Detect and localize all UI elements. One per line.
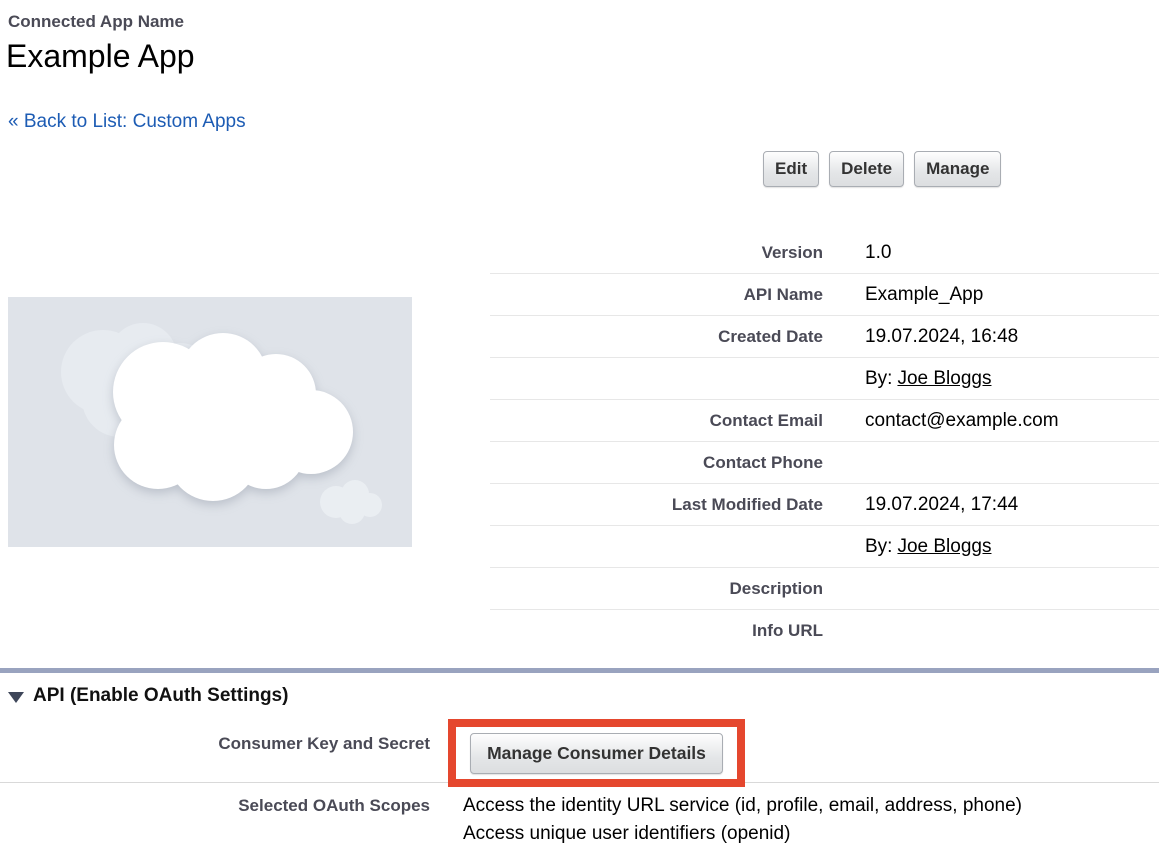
field-label: Contact Email (490, 411, 823, 431)
page-title: Example App (6, 38, 195, 75)
oauth-section-header: API (Enable OAuth Settings) (8, 685, 288, 707)
field-value: 19.07.2024, 17:44 (823, 494, 1018, 516)
field-label: Contact Phone (490, 453, 823, 473)
manage-button[interactable]: Manage (914, 151, 1001, 187)
collapse-triangle-icon[interactable] (8, 692, 24, 703)
field-row-created-date: Created Date 19.07.2024, 16:48 (490, 316, 1159, 358)
delete-button[interactable]: Delete (829, 151, 904, 187)
field-label: Info URL (490, 621, 823, 641)
field-value: contact@example.com (823, 410, 1059, 432)
field-value: 1.0 (823, 242, 891, 264)
field-row-api-name: API Name Example_App (490, 274, 1159, 316)
section-divider-bar (0, 668, 1159, 673)
edit-button[interactable]: Edit (763, 151, 819, 187)
consumer-key-label: Consumer Key and Secret (0, 734, 430, 754)
field-value: By:Joe Bloggs (823, 368, 991, 390)
field-row-contact-phone: Contact Phone (490, 442, 1159, 484)
by-prefix: By: (865, 368, 892, 389)
field-row-description: Description (490, 568, 1159, 610)
field-value: 19.07.2024, 16:48 (823, 326, 1018, 348)
field-label: API Name (490, 285, 823, 305)
by-prefix: By: (865, 536, 892, 557)
field-row-version: Version 1.0 (490, 232, 1159, 274)
field-label: Last Modified Date (490, 495, 823, 515)
oauth-section-title: API (Enable OAuth Settings) (33, 685, 288, 707)
created-by-user-link[interactable]: Joe Bloggs (897, 368, 991, 389)
entity-label: Connected App Name (8, 12, 184, 32)
field-label: Description (490, 579, 823, 599)
modified-by-user-link[interactable]: Joe Bloggs (897, 536, 991, 557)
manage-consumer-details-button[interactable]: Manage Consumer Details (470, 733, 723, 774)
connected-app-detail-page: Connected App Name Example App « Back to… (0, 0, 1159, 848)
field-label: Version (490, 243, 823, 263)
back-to-list-link[interactable]: « Back to List: Custom Apps (8, 111, 246, 133)
oauth-scope-item: Access the identity URL service (id, pro… (463, 792, 1022, 820)
highlight-annotation-box: Manage Consumer Details (448, 719, 745, 787)
oauth-scope-item: Access unique user identifiers (openid) (463, 820, 1022, 848)
field-row-info-url: Info URL (490, 610, 1159, 651)
oauth-scopes-values: Access the identity URL service (id, pro… (463, 792, 1022, 848)
field-row-last-modified-date: Last Modified Date 19.07.2024, 17:44 (490, 484, 1159, 526)
oauth-scopes-label: Selected OAuth Scopes (0, 796, 430, 816)
field-row-modified-by: By:Joe Bloggs (490, 526, 1159, 568)
field-value: By:Joe Bloggs (823, 536, 991, 558)
app-logo-image (8, 297, 412, 547)
field-value: Example_App (823, 284, 983, 306)
field-label: Created Date (490, 327, 823, 347)
detail-field-table: Version 1.0 API Name Example_App Created… (490, 232, 1159, 651)
field-row-created-by: By:Joe Bloggs (490, 358, 1159, 400)
cloud-logo-icon (8, 297, 412, 547)
toolbar: Edit Delete Manage (763, 151, 1001, 187)
field-row-contact-email: Contact Email contact@example.com (490, 400, 1159, 442)
